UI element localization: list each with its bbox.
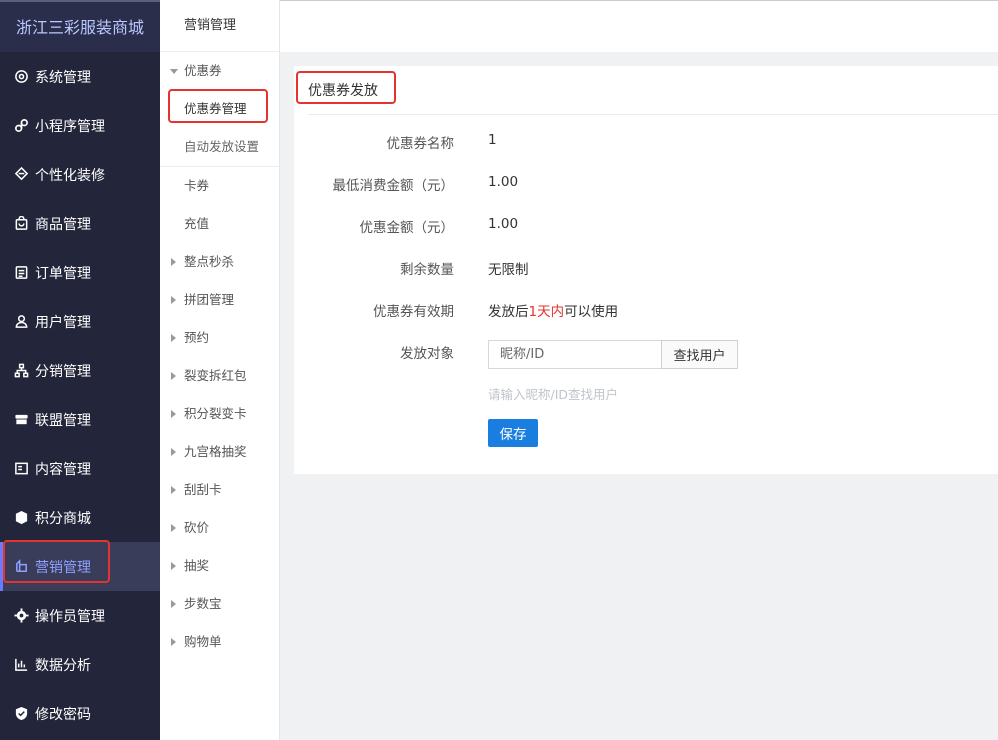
submenu-group-scratch-card[interactable]: 刮刮卡: [160, 471, 279, 509]
submenu-group-shopping-list[interactable]: 购物单: [160, 623, 279, 661]
submenu-title: 营销管理: [160, 0, 279, 52]
submenu-group-steps[interactable]: 步数宝: [160, 585, 279, 623]
sidebar-item-decoration[interactable]: 个性化装修: [0, 150, 160, 199]
discount-value: 1.00: [488, 216, 519, 232]
min-spend-label: 最低消费金额（元）: [332, 178, 455, 194]
row-remaining: 剩余数量 无限制: [294, 258, 994, 280]
sidebar-item-label: 数据分析: [35, 657, 91, 674]
sidebar-item-operators[interactable]: 操作员管理: [0, 591, 160, 640]
row-coupon-name: 优惠券名称 1: [294, 132, 994, 154]
min-spend-value: 1.00: [488, 174, 519, 190]
validity-value: 发放后1天内可以使用: [488, 300, 618, 320]
row-min-spend: 最低消费金额（元） 1.00: [294, 174, 994, 196]
submenu-item-auto-send[interactable]: 自动发放设置: [160, 128, 279, 166]
top-bar: [280, 0, 998, 52]
submenu-item-coupon-manage[interactable]: 优惠券管理: [160, 90, 279, 128]
validity-prefix: 发放后: [488, 304, 529, 320]
user-search-input[interactable]: [488, 340, 661, 369]
sidebar-item-label: 操作员管理: [35, 608, 105, 625]
mini-program-icon: [13, 118, 29, 134]
sidebar-item-label: 商品管理: [35, 216, 91, 233]
secondary-menu: 营销管理 优惠券 优惠券管理 自动发放设置 卡券 充值 整点秒杀 拼团管理 预约…: [160, 0, 280, 740]
remaining-value: 无限制: [488, 262, 529, 278]
submenu-group-lucky-grid[interactable]: 九宫格抽奖: [160, 433, 279, 471]
sidebar-item-marketing[interactable]: 营销管理: [0, 542, 160, 591]
gear-circle-icon: [13, 69, 29, 85]
submenu-group-coupon[interactable]: 优惠券: [160, 52, 279, 90]
title-divider: [308, 114, 998, 115]
validity-suffix: 可以使用: [564, 304, 619, 320]
row-discount: 优惠金额（元） 1.00: [294, 216, 994, 238]
row-validity: 优惠券有效期 发放后1天内可以使用: [294, 300, 994, 322]
sidebar-item-points-mall[interactable]: 积分商城: [0, 493, 160, 542]
sidebar-item-label: 分销管理: [35, 363, 91, 380]
decoration-icon: [13, 167, 29, 183]
validity-label: 优惠券有效期: [373, 304, 454, 320]
user-search-group: 查找用户: [488, 340, 738, 369]
search-hint: 请输入昵称/ID查找用户: [488, 387, 619, 402]
target-label: 发放对象: [400, 346, 454, 362]
store-icon: [13, 412, 29, 428]
submenu-group-lottery[interactable]: 抽奖: [160, 547, 279, 585]
brand-title[interactable]: 浙江三彩服装商城: [0, 0, 160, 52]
sidebar-item-label: 小程序管理: [35, 118, 105, 135]
coupon-name-value: 1: [488, 132, 497, 148]
submenu-group-red-packet[interactable]: 裂变拆红包: [160, 357, 279, 395]
sidebar-item-users[interactable]: 用户管理: [0, 297, 160, 346]
hierarchy-icon: [13, 363, 29, 379]
marketing-icon: [13, 559, 29, 575]
sidebar-item-label: 营销管理: [35, 559, 91, 576]
sidebar-item-label: 个性化装修: [35, 167, 105, 184]
sidebar-item-label: 订单管理: [35, 265, 91, 282]
shield-check-icon: [13, 706, 29, 722]
sidebar-item-password[interactable]: 修改密码: [0, 689, 160, 738]
submenu-group-points-card[interactable]: 积分裂变卡: [160, 395, 279, 433]
sidebar-item-content[interactable]: 内容管理: [0, 444, 160, 493]
validity-days: 1天内: [528, 304, 565, 320]
sidebar-item-label: 系统管理: [35, 69, 91, 86]
sidebar-item-products[interactable]: 商品管理: [0, 199, 160, 248]
sidebar-item-label: 联盟管理: [35, 412, 91, 429]
order-list-icon: [13, 265, 29, 281]
coupon-send-card: 优惠券发放 优惠券名称 1 最低消费金额（元） 1.00 优惠金额（元） 1.0…: [294, 66, 998, 474]
user-icon: [13, 314, 29, 330]
sidebar-item-label: 积分商城: [35, 510, 91, 527]
sidebar-item-label: 内容管理: [35, 461, 91, 478]
sidebar-item-miniprogram[interactable]: 小程序管理: [0, 101, 160, 150]
submenu-group-bargain[interactable]: 砍价: [160, 509, 279, 547]
coupon-name-label: 优惠券名称: [386, 136, 455, 152]
content-icon: [13, 461, 29, 477]
page-title: 优惠券发放: [308, 83, 378, 99]
find-user-button[interactable]: 查找用户: [661, 340, 738, 369]
submenu-group-reservation[interactable]: 预约: [160, 319, 279, 357]
cube-icon: [13, 510, 29, 526]
discount-label: 优惠金额（元）: [359, 220, 455, 236]
gear-icon: [13, 608, 29, 624]
sidebar-item-alliance[interactable]: 联盟管理: [0, 395, 160, 444]
sidebar-item-analytics[interactable]: 数据分析: [0, 640, 160, 689]
sidebar-item-system[interactable]: 系统管理: [0, 52, 160, 101]
sidebar-item-label: 修改密码: [35, 706, 91, 723]
bar-chart-icon: [13, 657, 29, 673]
submenu-item-card[interactable]: 卡券: [160, 167, 279, 205]
sidebar-item-label: 用户管理: [35, 314, 91, 331]
remaining-label: 剩余数量: [400, 262, 454, 278]
sidebar-item-orders[interactable]: 订单管理: [0, 248, 160, 297]
submenu-item-recharge[interactable]: 充值: [160, 205, 279, 243]
main-sidebar: 浙江三彩服装商城 系统管理 小程序管理 个性化装修 商品管理 订单管理 用户管理…: [0, 0, 160, 740]
shopping-bag-icon: [13, 216, 29, 232]
submenu-group-flash-sale[interactable]: 整点秒杀: [160, 243, 279, 281]
submenu-group-group-buy[interactable]: 拼团管理: [160, 281, 279, 319]
sidebar-item-distribution[interactable]: 分销管理: [0, 346, 160, 395]
save-button[interactable]: 保存: [488, 419, 538, 447]
